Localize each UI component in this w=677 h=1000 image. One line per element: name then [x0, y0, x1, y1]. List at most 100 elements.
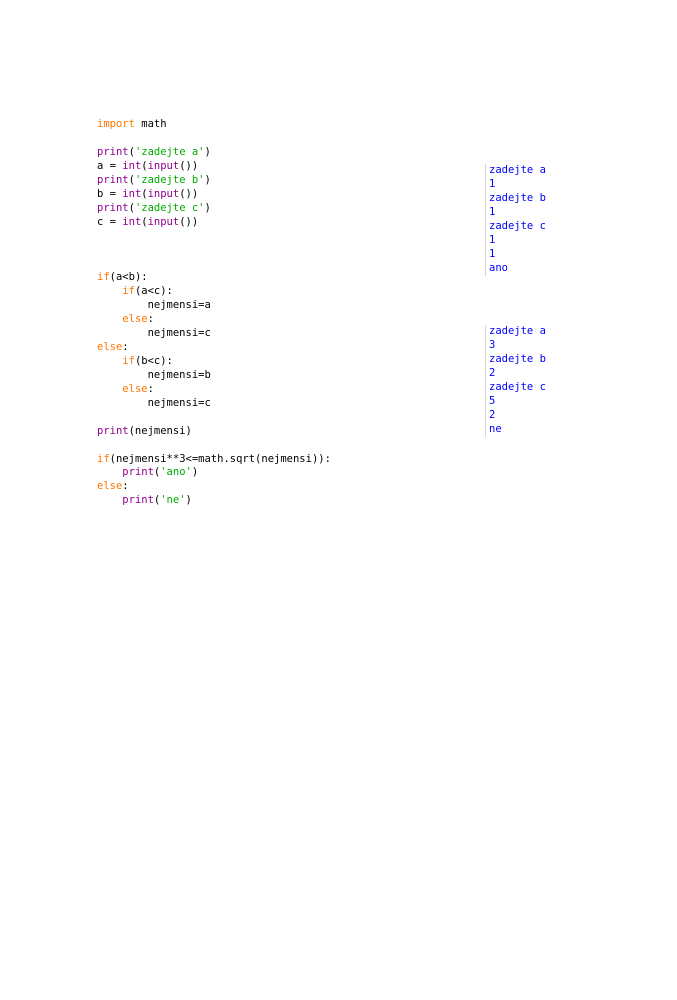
code-token: 'zadejte b'	[134, 173, 205, 186]
code-line: if(b<c):	[97, 355, 331, 369]
code-token: int	[122, 159, 142, 172]
program-output-run-2: zadejte a 3 zadejte b 2 zadejte c 5 2 ne	[485, 325, 546, 437]
code-token: 'zadejte a'	[134, 145, 205, 158]
code-token: )	[191, 466, 199, 479]
output-line: zadejte b	[489, 191, 546, 204]
code-token: input	[147, 215, 180, 228]
code-token: a =	[97, 159, 123, 172]
code-token: (nejmensi**3<=math.sqrt(nejmensi)):	[109, 452, 331, 465]
code-token: (nejmensi)	[128, 424, 192, 437]
output-line: 2	[489, 366, 496, 379]
code-token: if	[97, 271, 110, 284]
output-line: 1	[489, 247, 496, 260]
code-token: print	[97, 424, 129, 437]
code-token: ())	[179, 215, 199, 228]
code-line: print(nejmensi)	[97, 425, 331, 439]
code-token: 'ne'	[160, 494, 186, 507]
code-token: :	[147, 313, 154, 326]
code-token: (a<c):	[134, 285, 173, 298]
code-line: else:	[97, 313, 331, 327]
code-token: b =	[97, 187, 123, 200]
code-token: else	[122, 313, 148, 326]
program-output-run-1: zadejte a 1 zadejte b 1 zadejte c 1 1 ano	[485, 164, 546, 276]
code-token: )	[204, 201, 211, 214]
code-token: (b<c):	[134, 354, 173, 367]
code-token: :	[147, 382, 154, 395]
code-token: :	[122, 480, 129, 493]
code-token: c =	[97, 215, 123, 228]
code-token: print	[97, 201, 129, 214]
output-line: ne	[489, 422, 502, 435]
code-token: else	[97, 480, 123, 493]
code-token: if	[122, 285, 135, 298]
code-line: print('zadejte a')	[97, 146, 331, 160]
output-line: ano	[489, 261, 508, 274]
code-line: else:	[97, 341, 331, 355]
code-line: print('zadejte b')	[97, 174, 331, 188]
code-token: )	[185, 494, 192, 507]
code-line: print('ne')	[97, 494, 331, 508]
code-token: print	[122, 494, 154, 507]
code-token: int	[122, 187, 142, 200]
output-line: zadejte c	[489, 219, 546, 232]
code-token: input	[147, 159, 180, 172]
code-line: else:	[97, 383, 331, 397]
code-line: a = int(input())	[97, 160, 331, 174]
code-token: nejmensi=c	[97, 396, 211, 409]
output-line: 1	[489, 233, 496, 246]
code-line: if(a<b):	[97, 271, 331, 285]
code-token: nejmensi=b	[97, 368, 211, 381]
code-token: else	[97, 341, 123, 353]
code-token: math	[134, 118, 167, 130]
output-line: zadejte a	[489, 164, 546, 176]
code-line: if(a<c):	[97, 285, 331, 299]
code-token: nejmensi=a	[97, 299, 211, 312]
code-token: print	[97, 173, 129, 186]
python-code-listing: import math print('zadejte a') a = int(in…	[97, 118, 331, 508]
output-line: zadejte a	[489, 325, 546, 337]
code-line: nejmensi=c	[97, 397, 331, 411]
code-token: :	[122, 341, 129, 353]
code-line: print('zadejte c')	[97, 202, 331, 216]
output-line: zadejte b	[489, 352, 546, 365]
code-line: else:	[97, 480, 331, 494]
code-line: import math	[97, 118, 331, 132]
output-line: 1	[489, 205, 496, 218]
code-token: )	[204, 173, 211, 186]
code-token: 'zadejte c'	[134, 201, 205, 214]
code-token: (a<b):	[109, 271, 148, 284]
code-token: input	[147, 187, 180, 200]
output-line: 3	[489, 338, 496, 351]
code-line: b = int(input())	[97, 188, 331, 202]
code-token: )	[204, 145, 211, 158]
code-token: 'ano'	[160, 466, 192, 479]
output-line: 1	[489, 177, 496, 190]
code-token: ())	[179, 159, 199, 172]
code-line: if(nejmensi**3<=math.sqrt(nejmensi)):	[97, 453, 331, 467]
code-line: nejmensi=b	[97, 369, 331, 383]
code-line: print('ano')	[97, 466, 331, 480]
code-token: print	[122, 466, 154, 479]
code-token: import	[97, 118, 135, 130]
code-token: if	[97, 452, 110, 465]
code-token: else	[122, 382, 148, 395]
output-line: zadejte c	[489, 380, 546, 393]
output-line: 5	[489, 394, 496, 407]
code-token: ())	[179, 187, 199, 200]
output-line: 2	[489, 408, 496, 421]
code-token: int	[122, 215, 142, 228]
code-line: nejmensi=a	[97, 299, 331, 313]
code-line: c = int(input())	[97, 216, 331, 230]
